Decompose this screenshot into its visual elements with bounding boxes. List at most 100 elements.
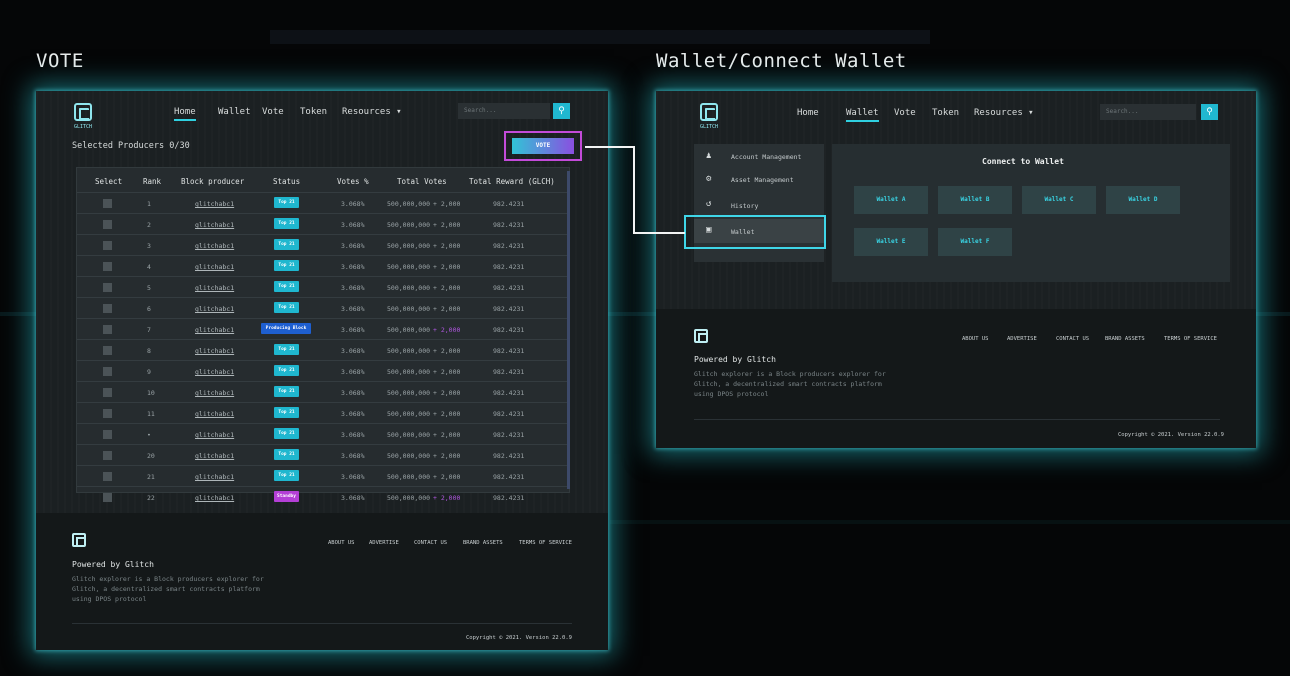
select-checkbox[interactable] (103, 388, 112, 397)
producer-link[interactable]: glitchabc1 (195, 473, 234, 481)
table-row[interactable]: 8 glitchabc1 Top 21 3.068% 500,000,000 + 2,00… (77, 339, 569, 360)
producer-link[interactable]: glitchabc1 (195, 452, 234, 460)
footer-contact-link[interactable]: CONTACT US (414, 540, 447, 546)
nav-wallet[interactable]: Wallet (218, 107, 251, 117)
table-row[interactable]: 6 glitchabc1 Top 21 3.068% 500,000,000 + 2,00… (77, 297, 569, 318)
producer-link[interactable]: glitchabc1 (195, 368, 234, 376)
nav-home[interactable]: Home (174, 107, 196, 121)
table-row[interactable]: 21 glitchabc1 Top 21 3.068% 500,000,000 + 2,0… (77, 465, 569, 486)
col-status: Status (273, 177, 301, 186)
reward-cell: 982.4231 (493, 473, 525, 481)
table-row[interactable]: • glitchabc1 Top 21 3.068% 500,000,000 + 2,00… (77, 423, 569, 444)
rank-cell: 5 (147, 284, 151, 292)
producer-link[interactable]: glitchabc1 (195, 431, 234, 439)
powered-by: Powered by Glitch (72, 560, 154, 569)
select-checkbox[interactable] (103, 220, 112, 229)
glitch-logo-icon[interactable] (700, 103, 718, 121)
nav-vote[interactable]: Vote (894, 108, 916, 118)
nav-resources[interactable]: Resources ▾ (974, 108, 1034, 118)
votes-plus-cell: + 2,000 (433, 242, 461, 250)
select-checkbox[interactable] (103, 199, 112, 208)
table-row[interactable]: 1 glitchabc1 Top 21 3.068% 500,000,000 + 2,00… (77, 192, 569, 213)
producer-link[interactable]: glitchabc1 (195, 389, 234, 397)
select-checkbox[interactable] (103, 304, 112, 313)
sidebar-item-asset[interactable]: Asset Management (731, 176, 794, 184)
glitch-logo-icon[interactable] (74, 103, 92, 121)
wallet-c-button[interactable]: Wallet C (1022, 186, 1096, 214)
footer-about-link[interactable]: ABOUT US (962, 336, 989, 342)
table-body: 1 glitchabc1 Top 21 3.068% 500,000,000 + 2,00… (77, 192, 569, 502)
search-icon[interactable]: ⚲ (1201, 104, 1218, 120)
col-total-votes: Total Votes (397, 177, 447, 186)
nav-token[interactable]: Token (932, 108, 959, 118)
footer-terms-link[interactable]: TERMS OF SERVICE (519, 540, 572, 546)
nav-vote[interactable]: Vote (262, 107, 284, 117)
footer-brand-link[interactable]: BRAND ASSETS (463, 540, 503, 546)
votes-pct-cell: 3.068% (341, 326, 365, 334)
select-checkbox[interactable] (103, 262, 112, 271)
wallet-f-button[interactable]: Wallet F (938, 228, 1012, 256)
table-row[interactable]: 4 glitchabc1 Top 21 3.068% 500,000,000 + 2,00… (77, 255, 569, 276)
nav-home[interactable]: Home (797, 108, 819, 118)
select-checkbox[interactable] (103, 472, 112, 481)
wallet-e-button[interactable]: Wallet E (854, 228, 928, 256)
producer-link[interactable]: glitchabc1 (195, 326, 234, 334)
footer-terms-link[interactable]: TERMS OF SERVICE (1164, 336, 1217, 342)
select-checkbox[interactable] (103, 493, 112, 502)
table-row[interactable]: 7 glitchabc1 Producing Block 3.068% 500,000,… (77, 318, 569, 339)
wallet-d-button[interactable]: Wallet D (1106, 186, 1180, 214)
sidebar-item-history[interactable]: History (731, 202, 758, 210)
rank-cell: 21 (147, 473, 155, 481)
table-row[interactable]: 3 glitchabc1 Top 21 3.068% 500,000,000 + 2,00… (77, 234, 569, 255)
footer-advertise-link[interactable]: ADVERTISE (369, 540, 399, 546)
vote-button[interactable]: VOTE (512, 138, 574, 154)
producer-link[interactable]: glitchabc1 (195, 284, 234, 292)
rank-cell: 11 (147, 410, 155, 418)
search-input[interactable]: Search... (458, 103, 550, 119)
select-checkbox[interactable] (103, 283, 112, 292)
select-checkbox[interactable] (103, 367, 112, 376)
wallet-b-button[interactable]: Wallet B (938, 186, 1012, 214)
votes-plus-cell: + 2,000 (433, 389, 461, 397)
table-row[interactable]: 10 glitchabc1 Top 21 3.068% 500,000,000 + 2,0… (77, 381, 569, 402)
reward-cell: 982.4231 (493, 263, 525, 271)
status-badge: Top 21 (274, 344, 299, 355)
footer-contact-link[interactable]: CONTACT US (1056, 336, 1089, 342)
select-checkbox[interactable] (103, 325, 112, 334)
table-row[interactable]: 2 glitchabc1 Top 21 3.068% 500,000,000 + 2,00… (77, 213, 569, 234)
rank-cell: • (147, 431, 151, 439)
producer-link[interactable]: glitchabc1 (195, 263, 234, 271)
select-checkbox[interactable] (103, 241, 112, 250)
footer-advertise-link[interactable]: ADVERTISE (1007, 336, 1037, 342)
footer-about-link[interactable]: ABOUT US (328, 540, 355, 546)
producer-link[interactable]: glitchabc1 (195, 200, 234, 208)
table-row[interactable]: 11 glitchabc1 Top 21 3.068% 500,000,000 + 2,0… (77, 402, 569, 423)
reward-cell: 982.4231 (493, 284, 525, 292)
table-row[interactable]: 5 glitchabc1 Top 21 3.068% 500,000,000 + 2,00… (77, 276, 569, 297)
wallet-a-button[interactable]: Wallet A (854, 186, 928, 214)
table-row[interactable]: 22 glitchabc1 Standby 3.068% 500,000,000 + 2,… (77, 486, 569, 507)
search-input[interactable]: Search... (1100, 104, 1196, 120)
select-checkbox[interactable] (103, 409, 112, 418)
search-icon[interactable]: ⚲ (553, 103, 570, 119)
table-row[interactable]: 9 glitchabc1 Top 21 3.068% 500,000,000 + 2,00… (77, 360, 569, 381)
footer-brand-link[interactable]: BRAND ASSETS (1105, 336, 1145, 342)
nav-token[interactable]: Token (300, 107, 327, 117)
select-checkbox[interactable] (103, 430, 112, 439)
footer-logo-icon (694, 329, 708, 343)
select-checkbox[interactable] (103, 346, 112, 355)
nav-resources[interactable]: Resources ▾ (342, 107, 402, 117)
sidebar-item-account[interactable]: Account Management (731, 153, 801, 161)
table-scrollbar[interactable] (567, 171, 570, 489)
producer-link[interactable]: glitchabc1 (195, 347, 234, 355)
nav-wallet[interactable]: Wallet (846, 108, 879, 122)
producer-link[interactable]: glitchabc1 (195, 410, 234, 418)
producer-link[interactable]: glitchabc1 (195, 305, 234, 313)
status-badge: Top 21 (274, 281, 299, 292)
table-row[interactable]: 20 glitchabc1 Top 21 3.068% 500,000,000 + 2,0… (77, 444, 569, 465)
producer-link[interactable]: glitchabc1 (195, 242, 234, 250)
select-checkbox[interactable] (103, 451, 112, 460)
producer-link[interactable]: glitchabc1 (195, 494, 234, 502)
producer-link[interactable]: glitchabc1 (195, 221, 234, 229)
rank-cell: 9 (147, 368, 151, 376)
